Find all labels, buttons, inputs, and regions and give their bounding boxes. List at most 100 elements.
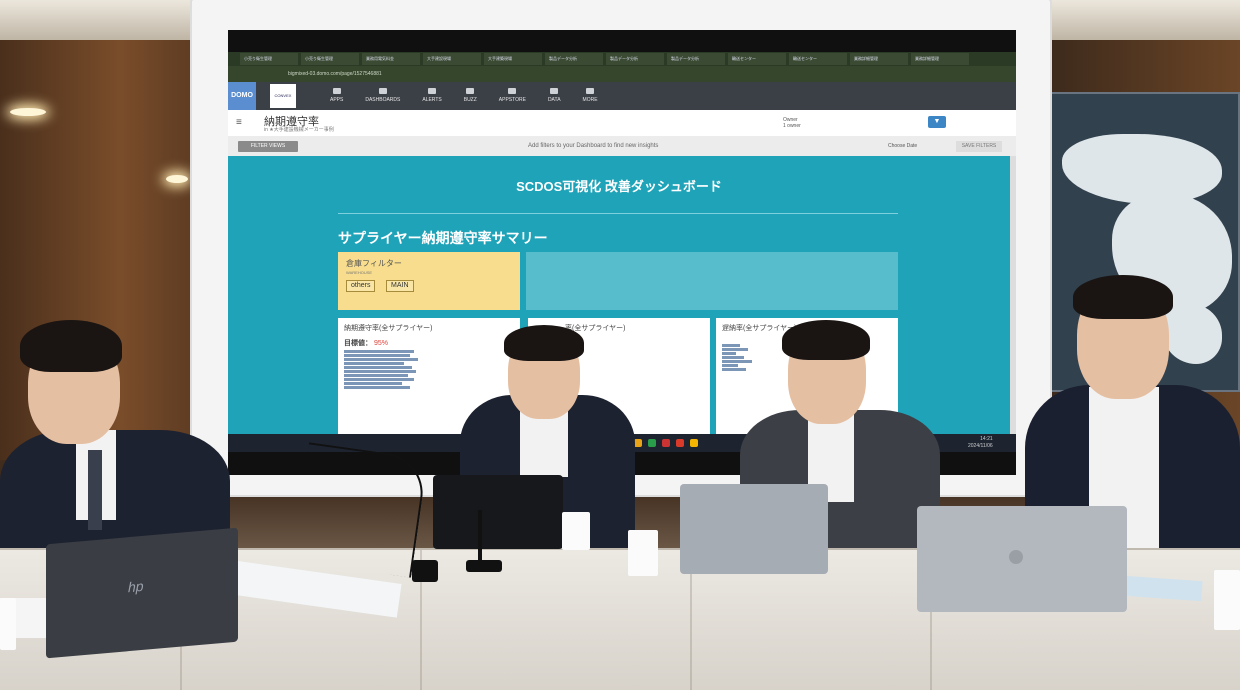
microphone-arm: [292, 442, 428, 578]
laptop-black: [433, 475, 563, 549]
bar-list: [344, 350, 418, 390]
section-title: サプライヤー納期遵守率サマリー: [338, 230, 548, 246]
chrome-icon[interactable]: [690, 439, 698, 447]
bar: [344, 378, 414, 381]
bar: [344, 354, 410, 357]
clock-time: 14:21: [980, 436, 993, 442]
empty-card: [526, 252, 898, 310]
bar: [344, 366, 412, 369]
microphone-base: [466, 560, 502, 572]
system-clock[interactable]: 14:21 2024/11/06: [968, 436, 993, 450]
microphone-base: [412, 560, 438, 582]
hair: [504, 325, 584, 361]
dashboard-title: SCDOS可視化 改善ダッシュボード: [516, 179, 722, 194]
target-label: 目標値：: [344, 340, 372, 347]
domo-top-nav: DOMO CONVEX APPS DASHBOARDS ALERTS BUZZ …: [228, 82, 1016, 110]
acrobat-icon[interactable]: [676, 439, 684, 447]
browser-tab[interactable]: 製品データ分析: [667, 53, 725, 65]
choose-date-button[interactable]: Choose Date: [888, 143, 917, 149]
browser-tab[interactable]: 業務詳細管理: [911, 53, 969, 65]
filter-views-button[interactable]: FILTER VIEWS: [238, 141, 298, 152]
filter-chip-main[interactable]: MAIN: [386, 280, 414, 292]
browser-tab[interactable]: 小売り衛生管理: [301, 53, 359, 65]
filter-chip-others[interactable]: others: [346, 280, 376, 292]
paper-cup: [562, 512, 590, 550]
menu-icon[interactable]: ≡: [236, 118, 242, 128]
browser-tab[interactable]: 大手建築現場: [484, 53, 542, 65]
browser-tab[interactable]: 小売り衛生管理: [240, 53, 298, 65]
clock-date: 2024/11/06: [968, 443, 993, 449]
filter-hint: Add filters to your Dashboard to find ne…: [528, 143, 659, 149]
nav-dashboards[interactable]: DASHBOARDS: [365, 88, 400, 104]
bar: [344, 350, 414, 353]
app-icon[interactable]: [662, 439, 670, 447]
browser-tab[interactable]: 輸送センター: [789, 53, 847, 65]
bar: [344, 358, 418, 361]
partner-logo: CONVEX: [270, 84, 296, 108]
nav-buzz[interactable]: BUZZ: [464, 88, 477, 104]
nav-alerts[interactable]: ALERTS: [422, 88, 442, 104]
save-filters-button[interactable]: SAVE FILTERS: [956, 141, 1002, 152]
paper-cup: [1214, 570, 1240, 630]
excel-icon[interactable]: [648, 439, 656, 447]
laptop-silver: [680, 484, 828, 574]
apple-logo-icon: [1009, 550, 1023, 564]
laptop-macbook: [917, 506, 1127, 612]
ceiling-light: [166, 175, 188, 183]
ceiling-light: [10, 108, 46, 116]
browser-tab[interactable]: 業務用電気料金: [362, 53, 420, 65]
hair: [782, 320, 870, 360]
appstore-icon: [508, 88, 517, 94]
map-landmass: [1062, 134, 1222, 204]
address-bar[interactable]: bigmixed-03.domo.com/page/1527546881: [228, 66, 1016, 82]
browser-tab-bar[interactable]: 小売り衛生管理 小売り衛生管理 業務用電気料金 大手建設現場 大手建築現場 製品…: [228, 52, 1016, 66]
paper-cup: [0, 598, 16, 650]
hair: [20, 320, 122, 372]
nav-label: APPSTORE: [498, 97, 526, 103]
dashboard-header: ≡ 納期遵守率 in ★大手建設機械メーカー事例 Owner 1 owner ▼: [228, 110, 1016, 136]
filter-card-sub: WAREHOUSE: [346, 270, 373, 275]
browser-tab[interactable]: 大手建設現場: [423, 53, 481, 65]
bar: [344, 374, 408, 377]
browser-tab[interactable]: 輸送センター: [728, 53, 786, 65]
browser-tab[interactable]: 製品データ分析: [606, 53, 664, 65]
domo-logo[interactable]: DOMO: [228, 82, 256, 110]
bar: [344, 370, 416, 373]
page-subtitle[interactable]: in ★大手建設機械メーカー事例: [264, 126, 334, 133]
scrollbar[interactable]: [1010, 156, 1016, 434]
laptop-hp: hp: [46, 527, 238, 659]
data-icon: [550, 88, 559, 94]
filter-icon[interactable]: ▼: [928, 116, 946, 128]
apps-icon: [332, 88, 341, 94]
nav-label: DASHBOARDS: [365, 97, 401, 103]
filter-card-label: 倉庫フィルター: [346, 259, 402, 268]
card-title: 納期遵守率(全サプライヤー): [344, 325, 433, 332]
bar: [344, 386, 410, 389]
nav-data[interactable]: DATA: [548, 88, 561, 104]
bar: [344, 382, 402, 385]
hp-logo: hp: [128, 577, 144, 596]
nav-apps[interactable]: APPS: [330, 88, 343, 104]
nav-more[interactable]: MORE: [583, 88, 598, 104]
bar: [344, 362, 404, 365]
owner-value: 1 owner: [783, 123, 801, 129]
nav-label: MORE: [582, 97, 598, 103]
more-icon: [586, 88, 595, 94]
browser-tab[interactable]: 業務詳細管理: [850, 53, 908, 65]
warehouse-filter-card: 倉庫フィルター WAREHOUSE others MAIN: [338, 252, 520, 310]
necktie: [88, 450, 102, 530]
owner-info[interactable]: Owner 1 owner: [783, 117, 801, 129]
hair: [1073, 275, 1173, 319]
buzz-icon: [466, 88, 475, 94]
nav-appstore[interactable]: APPSTORE: [499, 88, 526, 104]
nav-label: ALERTS: [422, 97, 442, 103]
browser-tab[interactable]: 製品データ分析: [545, 53, 603, 65]
alerts-icon: [428, 88, 437, 94]
filter-bar: FILTER VIEWS Add filters to your Dashboa…: [228, 136, 1016, 156]
nav-label: DATA: [547, 97, 561, 103]
target-percent: 95%: [373, 340, 388, 347]
divider: [338, 213, 898, 214]
nav-label: APPS: [330, 97, 344, 103]
broadcast-scene: 小売り衛生管理 小売り衛生管理 業務用電気料金 大手建設現場 大手建築現場 製品…: [0, 0, 1240, 690]
target-value: 目標値： 95%: [344, 338, 388, 348]
